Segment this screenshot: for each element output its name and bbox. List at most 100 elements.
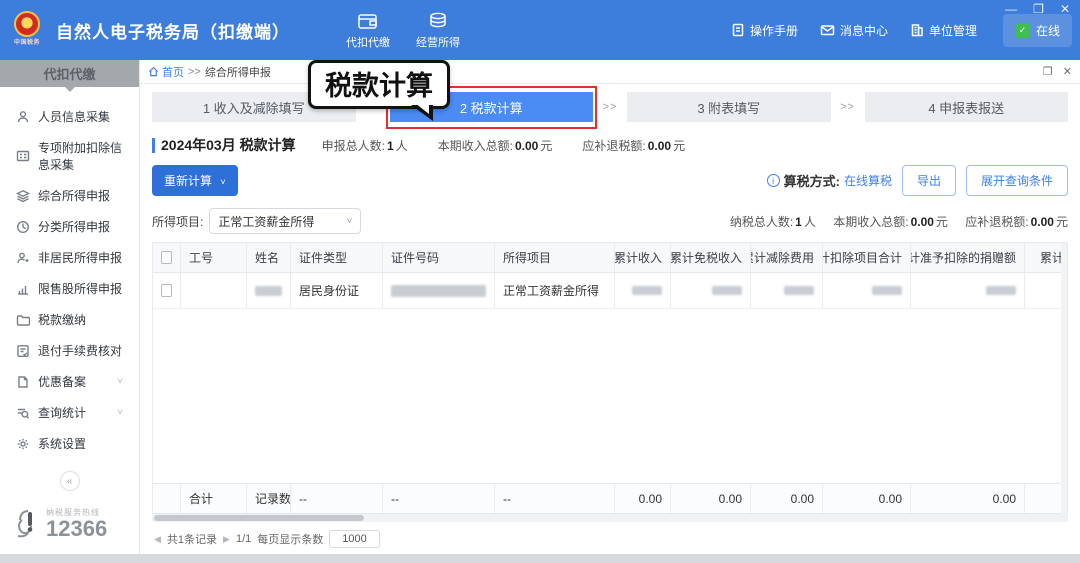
total-deduction-total: 0.00 <box>823 484 911 513</box>
info-icon: i <box>767 174 780 187</box>
document-icon <box>731 23 745 37</box>
stat-income-total: 本期收入总额:0.00元 <box>833 215 951 229</box>
page-size-select[interactable]: 1000 <box>329 530 379 548</box>
expand-query-button[interactable]: 展开查询条件 <box>966 165 1068 196</box>
sidebar-item-comprehensive-income[interactable]: 综合所得申报 <box>0 180 139 211</box>
step-arrow: >> <box>831 101 865 113</box>
unit-management-button[interactable]: 单位管理 <box>910 22 977 39</box>
horizontal-scrollbar[interactable] <box>152 514 1068 522</box>
table-header: 工号 姓名 证件类型 证件号码 所得项目 累计收入 累计免税收入 累计减除费用 … <box>153 243 1068 273</box>
header-nav: 代扣代缴 经营所得 <box>346 11 460 50</box>
sidebar-item-personnel-info[interactable]: 人员信息采集 <box>0 101 139 132</box>
maximize-icon[interactable]: ❐ <box>1033 3 1044 15</box>
col-income-item: 所得项目 <box>495 243 615 272</box>
app-window: — ❐ ✕ 中国税务 自然人电子税务局（扣缴端） 代扣代缴 <box>0 0 1080 554</box>
vertical-scrollbar[interactable] <box>1061 243 1067 514</box>
window-controls: — ❐ ✕ <box>1005 3 1070 15</box>
col-cumulative-income: 累计收入 <box>615 243 671 272</box>
minimize-icon[interactable]: — <box>1005 3 1017 15</box>
cell-deduction-fee <box>751 273 823 308</box>
tax-mode-label: 算税方式: <box>784 171 840 190</box>
sidebar-collapse-button[interactable]: « <box>60 471 80 491</box>
cell-deduction-total <box>823 273 911 308</box>
sidebar-item-label: 退付手续费核对 <box>38 342 122 359</box>
doc-check-icon <box>16 344 30 358</box>
step-tabs: 1 收入及减除填写 >> 2 税款计算 >> 3 附表填写 >> 4 申报表报送 <box>152 92 1068 122</box>
col-taxfree-income: 累计免税收入 <box>671 243 751 272</box>
chevron-down-icon: ˅ <box>117 376 123 387</box>
coins-icon <box>427 11 449 31</box>
nav-business-income[interactable]: 经营所得 <box>416 11 460 50</box>
close-icon[interactable]: ✕ <box>1060 3 1070 15</box>
sidebar-item-label: 查询统计 <box>38 404 86 421</box>
manual-button[interactable]: 操作手册 <box>731 22 798 39</box>
sidebar-item-preferential-filing[interactable]: 优惠备案 ˅ <box>0 366 139 397</box>
nav-withholding[interactable]: 代扣代缴 <box>346 11 390 50</box>
sidebar-item-system-settings[interactable]: 系统设置 <box>0 428 139 459</box>
home-icon <box>148 66 159 77</box>
sidebar-item-label: 人员信息采集 <box>38 108 110 125</box>
sidebar-item-classified-income[interactable]: 分类所得申报 <box>0 211 139 242</box>
sidebar-item-tax-payment[interactable]: 税款缴纳 <box>0 304 139 335</box>
chevron-down-icon: ˅ <box>220 177 225 187</box>
sidebar-item-restricted-shares[interactable]: 限售股所得申报 <box>0 273 139 304</box>
step-3-attached-forms[interactable]: 3 附表填写 <box>627 92 831 122</box>
breadcrumb-current: 综合所得申报 <box>205 64 271 80</box>
id-list-icon <box>16 149 30 163</box>
sidebar-item-label: 综合所得申报 <box>38 187 110 204</box>
sidebar-item-nonresident-income[interactable]: 非居民所得申报 <box>0 242 139 273</box>
tax-mode-value[interactable]: 在线算税 <box>844 172 892 189</box>
unit-management-label: 单位管理 <box>929 22 977 39</box>
step-4-submit-declaration[interactable]: 4 申报表报送 <box>865 92 1069 122</box>
prev-page-icon[interactable]: ◀ <box>154 534 161 545</box>
scrollbar-thumb[interactable] <box>154 515 364 521</box>
filter-row: 所得项目: 正常工资薪金所得 ˅ 纳税总人数:1人 本期收入总额:0.00元 <box>152 208 1068 234</box>
next-page-icon[interactable]: ▶ <box>223 534 230 545</box>
col-donation: 累计准予扣除的捐赠额 <box>911 243 1025 272</box>
breadcrumb-separator: >> <box>188 66 201 78</box>
step-arrow: >> <box>593 101 627 113</box>
breadcrumb-home[interactable]: 首页 <box>148 64 184 80</box>
cell-income-item: 正常工资薪金所得 <box>495 273 615 308</box>
message-center-button[interactable]: 消息中心 <box>820 22 888 39</box>
breadcrumb: 首页 >> 综合所得申报 ❐ ✕ <box>140 60 1080 84</box>
recalculate-button[interactable]: 重新计算 ˅ <box>152 165 238 196</box>
sidebar-item-refund-fee-check[interactable]: 退付手续费核对 <box>0 335 139 366</box>
panel-close-icon[interactable]: ✕ <box>1063 65 1072 78</box>
summary-row: 2024年03月 税款计算 申报总人数:1人 本期收入总额:0.00元 应补退税… <box>152 135 1068 155</box>
sidebar-section-title: 代扣代缴 <box>0 60 139 87</box>
table-total-row: 合计 记录数: 1 -- -- -- 0.00 0.00 0.00 0.00 0… <box>153 483 1068 514</box>
main-panel: 首页 >> 综合所得申报 ❐ ✕ 税款计算 1 收入及减除填写 <box>140 60 1080 554</box>
panel-restore-icon[interactable]: ❐ <box>1043 65 1053 78</box>
select-all-checkbox[interactable] <box>161 251 172 264</box>
income-item-select[interactable]: 正常工资薪金所得 ˅ <box>209 208 361 234</box>
total-taxfree-income: 0.00 <box>671 484 751 513</box>
hotline-number: 12366 <box>46 518 107 540</box>
cell-cumulative-income <box>615 273 671 308</box>
sidebar-item-query-statistics[interactable]: 查询统计 ˅ <box>0 397 139 428</box>
bar-chart-icon <box>16 282 30 296</box>
record-total: 共1条记录 <box>167 531 217 547</box>
col-deduction-total: 累计扣除项目合计 <box>823 243 911 272</box>
summary-title: 税款计算 <box>240 137 296 153</box>
col-employee-id: 工号 <box>181 243 247 272</box>
stats-row: 纳税总人数:1人 本期收入总额:0.00元 应补退税额:0.00元 <box>716 213 1068 230</box>
content-area: 1 收入及减除填写 >> 2 税款计算 >> 3 附表填写 >> 4 申报表报送 <box>140 84 1080 554</box>
envelope-icon <box>820 23 835 37</box>
online-status-button[interactable]: ✓ 在线 <box>1003 14 1072 47</box>
building-icon <box>910 23 924 37</box>
national-emblem-icon <box>14 11 40 37</box>
sidebar-item-label: 限售股所得申报 <box>38 280 122 297</box>
total-label: 合计 <box>181 484 247 513</box>
stat-tax-due: 应补退税额:0.00元 <box>965 215 1068 229</box>
table-row[interactable]: 居民身份证 正常工资薪金所得 <box>153 273 1068 309</box>
total-donation: 0.00 <box>911 484 1025 513</box>
sidebar-item-label: 系统设置 <box>38 435 86 452</box>
manual-label: 操作手册 <box>750 22 798 39</box>
sidebar-item-special-deduction[interactable]: 专项附加扣除信息采集 <box>0 132 139 180</box>
nav-withholding-label: 代扣代缴 <box>346 34 390 50</box>
callout-tax-calculation: 税款计算 <box>308 60 450 109</box>
export-button[interactable]: 导出 <box>902 165 956 196</box>
cell-id-number <box>383 273 495 308</box>
row-checkbox[interactable] <box>161 284 172 297</box>
